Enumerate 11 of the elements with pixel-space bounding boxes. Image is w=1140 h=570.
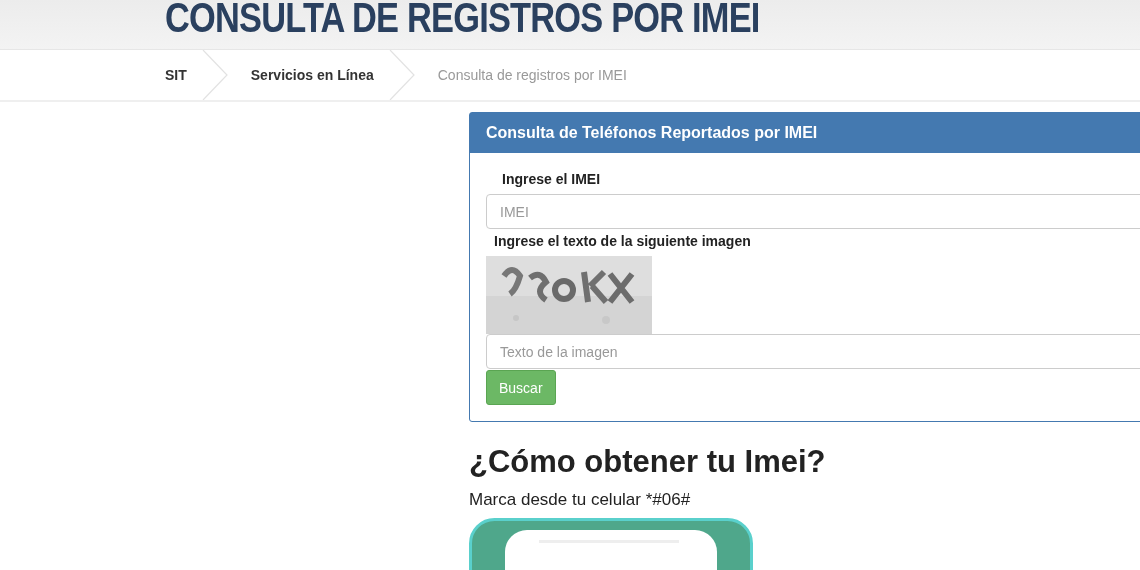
- imei-label: Ingrese el IMEI: [502, 171, 601, 187]
- breadcrumb-link[interactable]: Servicios en Línea: [250, 67, 388, 83]
- help-heading: ¿Cómo obtener tu Imei?: [469, 444, 827, 480]
- imei-input-field[interactable]: IMEI: [486, 194, 1140, 229]
- page-title: CONSULTA DE REGISTROS POR IMEI: [165, 0, 761, 43]
- breadcrumb-link[interactable]: SIT: [165, 67, 201, 83]
- help-text: Marca desde tu celular *#06#: [469, 490, 692, 510]
- current-page-label: Consulta de registros por IMEI: [437, 67, 628, 83]
- captcha-input-field[interactable]: Texto de la imagen: [486, 334, 1140, 369]
- captcha-label: Ingrese el texto de la siguiente imagen: [494, 233, 751, 249]
- panel-title: Consulta de Teléfonos Reportados por IMEI: [486, 124, 818, 142]
